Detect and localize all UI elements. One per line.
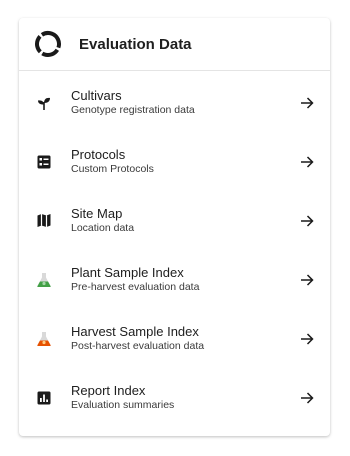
- sprout-icon: [36, 95, 52, 111]
- nav-item-subtitle: Genotype registration data: [71, 103, 195, 116]
- nav-item-subtitle: Location data: [71, 221, 135, 234]
- card-header: Evaluation Data: [19, 18, 330, 71]
- nav-item-title: Report Index: [71, 383, 146, 398]
- arrow-right-icon[interactable]: [299, 331, 315, 347]
- evaluation-data-card: Evaluation Data Cultivars Genotype regis…: [19, 18, 330, 436]
- card-title: Evaluation Data: [79, 35, 192, 53]
- arrow-right-icon[interactable]: [299, 390, 315, 406]
- nav-item-report-index[interactable]: Report Index Evaluation summaries: [19, 368, 330, 427]
- flask-orange-icon: [36, 331, 52, 347]
- arrow-right-icon[interactable]: [299, 213, 315, 229]
- nav-item-subtitle: Post-harvest evaluation data: [71, 339, 205, 352]
- nav-item-protocols[interactable]: Protocols Custom Protocols: [19, 132, 330, 191]
- arrow-right-icon[interactable]: [299, 154, 315, 170]
- nav-item-site-map[interactable]: Site Map Location data: [19, 191, 330, 250]
- nav-item-subtitle: Pre-harvest evaluation data: [71, 280, 200, 293]
- nav-item-subtitle: Custom Protocols: [71, 162, 154, 175]
- nav-item-title: Plant Sample Index: [71, 265, 184, 280]
- arrow-right-icon[interactable]: [299, 272, 315, 288]
- nav-item-title: Protocols: [71, 147, 126, 162]
- bar-chart-icon: [36, 390, 52, 406]
- nav-list: Cultivars Genotype registration data Pro…: [19, 73, 330, 427]
- nav-item-title: Harvest Sample Index: [71, 324, 199, 339]
- list-alt-icon: [36, 154, 52, 170]
- arrow-right-icon[interactable]: [299, 95, 315, 111]
- nav-item-cultivars[interactable]: Cultivars Genotype registration data: [19, 73, 330, 132]
- circle-progress-icon: [34, 30, 62, 58]
- map-icon: [36, 213, 52, 229]
- nav-item-title: Cultivars: [71, 88, 122, 103]
- nav-item-subtitle: Evaluation summaries: [71, 398, 175, 411]
- nav-item-title: Site Map: [71, 206, 123, 221]
- flask-green-icon: [36, 272, 52, 288]
- nav-item-plant-sample-index[interactable]: Plant Sample Index Pre-harvest evaluatio…: [19, 250, 330, 309]
- nav-item-harvest-sample-index[interactable]: Harvest Sample Index Post-harvest evalua…: [19, 309, 330, 368]
